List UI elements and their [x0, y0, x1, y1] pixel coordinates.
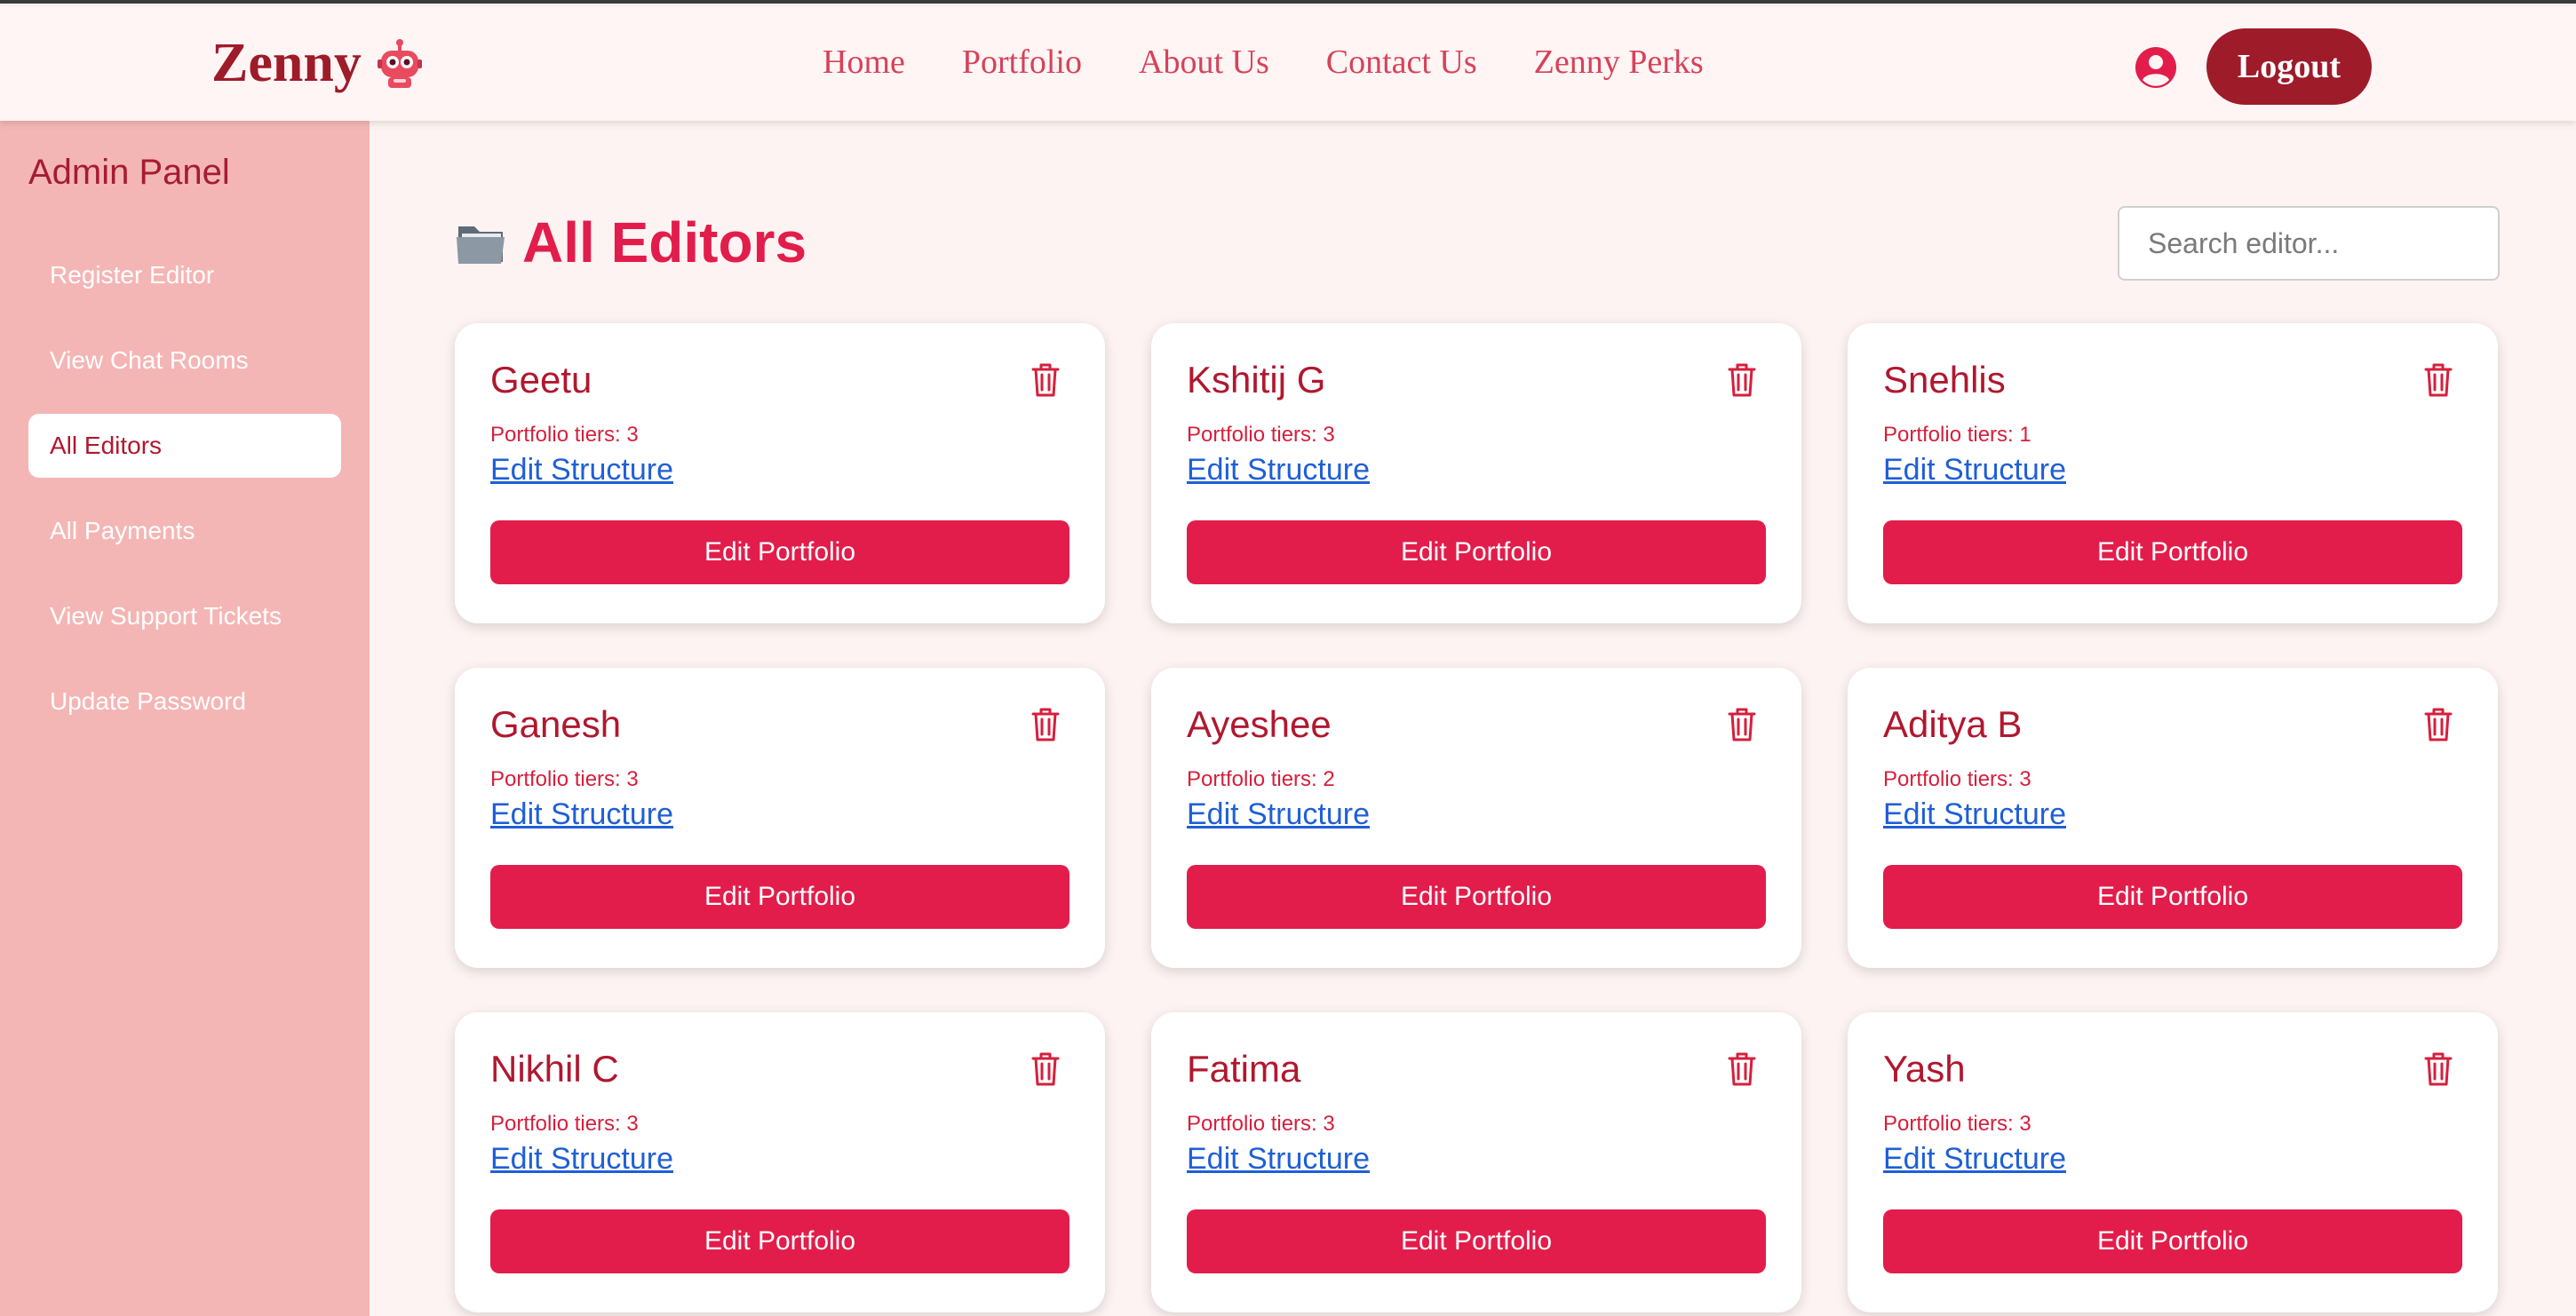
editor-name: Ganesh [490, 703, 622, 745]
edit-structure-link[interactable]: Edit Structure [1187, 453, 1370, 488]
editor-card: Geetu Portfolio tiers: 3 Edit Structure … [455, 323, 1105, 623]
sidebar-item-view-chat-rooms[interactable]: View Chat Rooms [28, 329, 341, 392]
portfolio-tiers: Portfolio tiers: 3 [490, 767, 639, 791]
trash-icon[interactable] [1030, 707, 1061, 742]
nav-zenny-perks[interactable]: Zenny Perks [1534, 43, 1704, 82]
portfolio-tiers: Portfolio tiers: 3 [490, 1112, 639, 1136]
nav-portfolio[interactable]: Portfolio [962, 43, 1082, 82]
editor-card: Kshitij G Portfolio tiers: 3 Edit Struct… [1151, 323, 1801, 623]
edit-structure-link[interactable]: Edit Structure [490, 797, 673, 832]
editor-card: Nikhil C Portfolio tiers: 3 Edit Structu… [455, 1012, 1105, 1312]
brand-logo[interactable]: Zenny [211, 32, 424, 95]
editor-card: Snehlis Portfolio tiers: 1 Edit Structur… [1848, 323, 2498, 623]
trash-icon[interactable] [1727, 707, 1757, 742]
edit-portfolio-button[interactable]: Edit Portfolio [1187, 1209, 1766, 1273]
editor-name: Nikhil C [490, 1048, 619, 1090]
edit-structure-link[interactable]: Edit Structure [1187, 797, 1370, 832]
portfolio-tiers: Portfolio tiers: 3 [1883, 1112, 2031, 1136]
portfolio-tiers: Portfolio tiers: 3 [1187, 423, 1335, 447]
portfolio-tiers: Portfolio tiers: 3 [1883, 767, 2031, 791]
editor-card: Ayeshee Portfolio tiers: 2 Edit Structur… [1151, 668, 1801, 968]
search-editor-input[interactable] [2118, 206, 2500, 281]
edit-portfolio-button[interactable]: Edit Portfolio [1883, 520, 2462, 584]
edit-structure-link[interactable]: Edit Structure [1187, 1142, 1370, 1177]
nav-about-us[interactable]: About Us [1139, 43, 1269, 82]
nav-contact-us[interactable]: Contact Us [1326, 43, 1477, 82]
portfolio-tiers: Portfolio tiers: 1 [1883, 423, 2031, 447]
trash-icon[interactable] [2423, 707, 2453, 742]
editor-name: Snehlis [1883, 359, 2006, 400]
sidebar-title: Admin Panel [28, 153, 230, 192]
trash-icon[interactable] [1030, 1051, 1061, 1087]
top-navbar: Zenny Home Portfolio About Us Contact Us… [0, 7, 2576, 121]
portfolio-tiers: Portfolio tiers: 3 [1187, 1112, 1335, 1136]
edit-portfolio-button[interactable]: Edit Portfolio [490, 520, 1069, 584]
sidebar-item-view-support-tickets[interactable]: View Support Tickets [28, 584, 341, 648]
portfolio-tiers: Portfolio tiers: 3 [490, 423, 639, 447]
folder-icon [457, 226, 505, 264]
sidebar-item-update-password[interactable]: Update Password [28, 670, 341, 733]
edit-structure-link[interactable]: Edit Structure [1883, 453, 2066, 488]
brand-name: Zenny [211, 33, 362, 93]
page-title: All Editors [455, 210, 807, 275]
edit-structure-link[interactable]: Edit Structure [1883, 797, 2066, 832]
robot-mascot-icon [377, 38, 422, 88]
page-heading: All Editors [522, 210, 807, 274]
editor-name: Geetu [490, 359, 592, 400]
logout-button[interactable]: Logout [2206, 28, 2372, 105]
editor-card: Yash Portfolio tiers: 3 Edit Structure E… [1848, 1012, 2498, 1312]
edit-portfolio-button[interactable]: Edit Portfolio [490, 865, 1069, 929]
editor-card: Fatima Portfolio tiers: 3 Edit Structure… [1151, 1012, 1801, 1312]
nav-home[interactable]: Home [823, 43, 905, 82]
portfolio-tiers: Portfolio tiers: 2 [1187, 767, 1335, 791]
trash-icon[interactable] [1030, 362, 1061, 398]
edit-portfolio-button[interactable]: Edit Portfolio [1883, 1209, 2462, 1273]
trash-icon[interactable] [1727, 1051, 1757, 1087]
trash-icon[interactable] [1727, 362, 1757, 398]
user-circle-icon[interactable] [2135, 46, 2177, 89]
edit-portfolio-button[interactable]: Edit Portfolio [1883, 865, 2462, 929]
editor-name: Ayeshee [1187, 703, 1332, 745]
edit-structure-link[interactable]: Edit Structure [490, 453, 673, 488]
edit-structure-link[interactable]: Edit Structure [1883, 1142, 2066, 1177]
edit-portfolio-button[interactable]: Edit Portfolio [1187, 520, 1766, 584]
edit-portfolio-button[interactable]: Edit Portfolio [1187, 865, 1766, 929]
editor-card: Ganesh Portfolio tiers: 3 Edit Structure… [455, 668, 1105, 968]
main-nav: Home Portfolio About Us Contact Us Zenny… [823, 43, 1761, 82]
trash-icon[interactable] [2423, 1051, 2453, 1087]
trash-icon[interactable] [2423, 362, 2453, 398]
editor-name: Kshitij G [1187, 359, 1326, 400]
edit-structure-link[interactable]: Edit Structure [490, 1142, 673, 1177]
admin-sidebar: Admin Panel Register Editor View Chat Ro… [0, 121, 370, 1316]
sidebar-item-register-editor[interactable]: Register Editor [28, 243, 341, 307]
editor-card: Aditya B Portfolio tiers: 3 Edit Structu… [1848, 668, 2498, 968]
editor-name: Fatima [1187, 1048, 1301, 1090]
editor-name: Aditya B [1883, 703, 2023, 745]
edit-portfolio-button[interactable]: Edit Portfolio [490, 1209, 1069, 1273]
sidebar-item-all-payments[interactable]: All Payments [28, 499, 341, 563]
sidebar-item-all-editors[interactable]: All Editors [28, 414, 341, 478]
editor-name: Yash [1883, 1048, 1966, 1090]
